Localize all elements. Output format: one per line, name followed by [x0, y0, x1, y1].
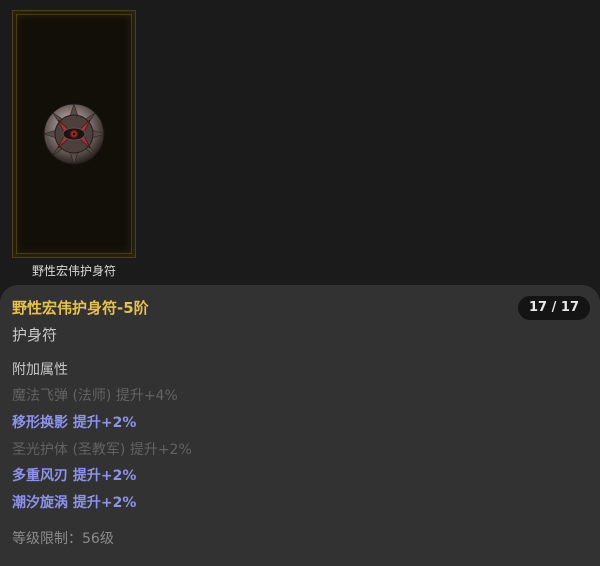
item-name: 野性宏伟护身符-5阶	[12, 299, 149, 317]
stack-count-badge: 17 / 17	[518, 296, 590, 320]
attribute-line: 圣光护体 (圣教军) 提升+2%	[12, 442, 192, 458]
attribute-line: 多重风刃 提升+2%	[12, 468, 137, 484]
item-tooltip-panel: 野性宏伟护身符-5阶 17 / 17 护身符 附加属性 魔法飞弹 (法师) 提升…	[0, 285, 600, 566]
attribute-line: 移形换影 提升+2%	[12, 415, 137, 431]
level-requirement: 等级限制：56级	[12, 531, 114, 547]
item-type: 护身符	[12, 326, 58, 344]
attribute-line: 潮汐旋涡 提升+2%	[12, 495, 137, 511]
amulet-icon	[43, 103, 105, 165]
item-card[interactable]	[12, 10, 136, 258]
item-card-caption: 野性宏伟护身符	[31, 264, 116, 278]
affix-section-header: 附加属性	[12, 362, 68, 378]
attribute-line: 魔法飞弹 (法师) 提升+4%	[12, 388, 178, 404]
